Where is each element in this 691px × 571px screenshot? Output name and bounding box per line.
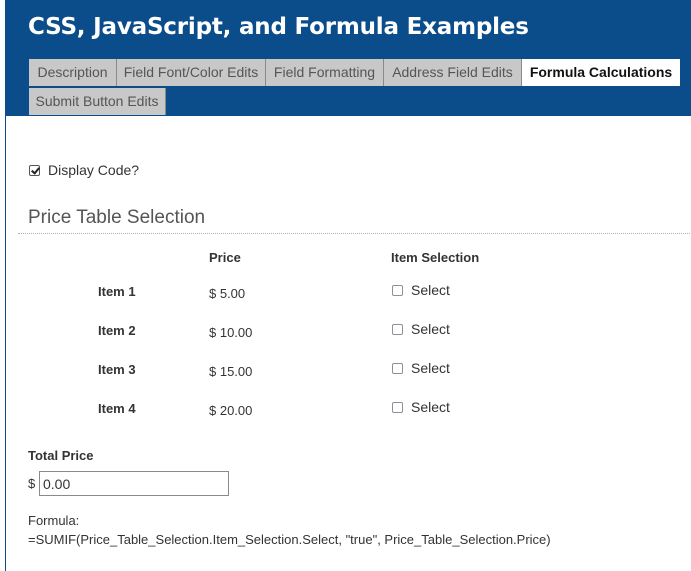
currency-prefix: $ (28, 476, 36, 491)
price-column-header: Price (209, 250, 241, 265)
item-select-checkbox[interactable] (392, 285, 403, 296)
item-select-checkbox[interactable] (392, 363, 403, 374)
formula-label: Formula: (28, 513, 80, 528)
item-select-label: Select (411, 282, 450, 298)
section-title: Price Table Selection (28, 207, 206, 228)
tab-field-formatting[interactable]: Field Formatting (266, 59, 384, 86)
section-divider (18, 233, 691, 234)
item-select-label: Select (411, 399, 450, 415)
display-code-label: Display Code? (48, 162, 140, 178)
item-name: Item 4 (98, 401, 136, 416)
item-select-checkbox[interactable] (392, 402, 403, 413)
formula-expression: =SUMIF(Price_Table_Selection.Item_Select… (28, 532, 551, 547)
form-page: CSS, JavaScript, and Formula Examples De… (5, 0, 691, 571)
item-name: Item 3 (98, 362, 136, 377)
item-name: Item 2 (98, 323, 136, 338)
tab-field-font-color-edits[interactable]: Field Font/Color Edits (117, 59, 266, 86)
display-code-checkbox[interactable] (29, 165, 40, 176)
item-select-label: Select (411, 360, 450, 376)
tab-description[interactable]: Description (29, 59, 117, 86)
item-select-checkbox[interactable] (392, 324, 403, 335)
tab-address-field-edits[interactable]: Address Field Edits (384, 59, 522, 86)
item-selection-column-header: Item Selection (391, 250, 480, 265)
tab-formula-calculations[interactable]: Formula Calculations (522, 59, 680, 86)
form-content: Display Code? Price Table Selection Pric… (6, 116, 691, 571)
item-price: $ 15.00 (209, 364, 253, 379)
tab-submit-button-edits[interactable]: Submit Button Edits (29, 88, 166, 115)
item-price: $ 10.00 (209, 325, 253, 340)
total-price-input[interactable] (39, 471, 229, 496)
form-header: CSS, JavaScript, and Formula Examples De… (6, 0, 691, 116)
item-price: $ 5.00 (209, 286, 246, 301)
form-title: CSS, JavaScript, and Formula Examples (28, 14, 529, 40)
item-price: $ 20.00 (209, 403, 253, 418)
item-name: Item 1 (98, 284, 136, 299)
total-price-label: Total Price (28, 448, 94, 463)
item-select-label: Select (411, 321, 450, 337)
